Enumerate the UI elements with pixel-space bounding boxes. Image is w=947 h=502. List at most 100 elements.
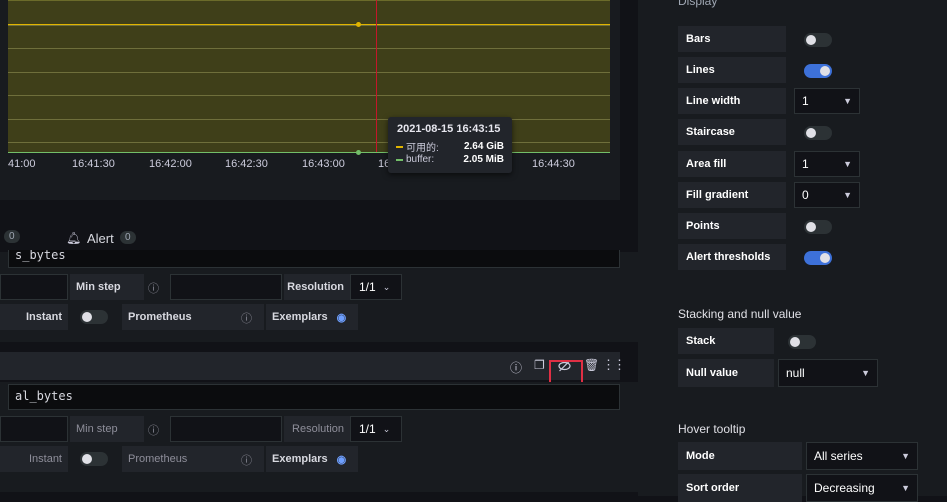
query-expression-text: s_bytes [15, 250, 66, 262]
hover-crosshair [376, 0, 377, 152]
graph-panel: 41:00 16:41:30 16:42:00 16:42:30 16:43:0… [0, 0, 620, 200]
drag-handle-icon[interactable]: ⋮⋮ [602, 357, 626, 373]
duplicate-query-icon[interactable]: ❐ [534, 358, 545, 372]
graph-tooltip: 2021-08-15 16:43:15 可用的: 2.64 GiB buffer… [388, 117, 512, 173]
section-display-header[interactable]: Display [678, 0, 717, 8]
option-label: Lines [678, 57, 786, 83]
eye-icon[interactable]: ◉ [337, 453, 347, 466]
resolution-label: Resolution [284, 416, 350, 442]
option-label: Mode [678, 442, 802, 470]
eye-icon[interactable]: ◉ [337, 311, 347, 324]
series-line-buffer [8, 152, 610, 153]
min-step-label: Min step [70, 274, 144, 300]
section-hover-header[interactable]: Hover tooltip [678, 422, 745, 436]
option-label: Fill gradient [678, 182, 786, 208]
x-tick: 16:42:30 [225, 158, 268, 170]
chevron-down-icon: ▼ [843, 159, 852, 169]
tooltip-series-value: 2.64 GiB [463, 141, 504, 152]
info-icon[interactable]: ⓘ [148, 280, 159, 296]
exemplars-label: Exemplars ◉ [266, 304, 358, 330]
instant-label: Instant [0, 446, 68, 472]
resolution-value: 1/1 [359, 422, 376, 436]
tab-alert[interactable]: Alert [87, 231, 114, 246]
chevron-down-icon: ▼ [843, 190, 852, 200]
sort-order-value: Decreasing [814, 481, 875, 495]
option-label: Stack [678, 328, 774, 354]
min-step-input[interactable] [170, 416, 282, 442]
option-label: Alert thresholds [678, 244, 786, 270]
null-value-select[interactable]: null ▼ [778, 359, 878, 387]
stack-toggle[interactable] [788, 335, 816, 349]
line-width-value: 1 [802, 94, 809, 108]
chevron-down-icon: ▼ [901, 451, 910, 461]
staircase-toggle[interactable] [804, 126, 832, 140]
option-label: Points [678, 213, 786, 239]
bell-icon: 🔔︎ [66, 231, 82, 245]
section-stacking-header[interactable]: Stacking and null value [678, 307, 801, 321]
option-label: Staircase [678, 119, 786, 145]
tooltip-mode-value: All series [814, 449, 863, 463]
query-editor-a: s_bytes Min step ⓘ Resolution 1/1 ⌄ Inst… [0, 250, 638, 342]
series-point [356, 22, 361, 27]
series-point [356, 150, 361, 155]
query-expression-input[interactable]: al_bytes [8, 384, 620, 410]
area-fill-select[interactable]: 1 ▼ [794, 151, 860, 177]
fill-gradient-value: 0 [802, 188, 809, 202]
lines-toggle[interactable] [804, 64, 832, 78]
queries-count-badge: 0 [4, 230, 20, 243]
line-width-select[interactable]: 1 ▼ [794, 88, 860, 114]
resolution-value: 1/1 [359, 280, 376, 294]
info-icon[interactable]: ⓘ [241, 452, 252, 468]
chevron-down-icon: ⌄ [382, 281, 391, 292]
series-line-available [8, 24, 610, 25]
x-tick: 16:41:30 [72, 158, 115, 170]
info-icon[interactable]: ⓘ [148, 422, 159, 438]
instant-toggle[interactable] [80, 452, 108, 466]
min-step-input[interactable] [170, 274, 282, 300]
x-tick: 41:00 [8, 158, 36, 170]
legend-input[interactable] [0, 274, 68, 300]
points-toggle[interactable] [804, 220, 832, 234]
tooltip-time: 2021-08-15 16:43:15 [397, 123, 501, 135]
tooltip-mode-select[interactable]: All series ▼ [806, 442, 918, 470]
alert-thresholds-toggle[interactable] [804, 251, 832, 265]
x-tick: 16:42:00 [149, 158, 192, 170]
x-tick: 16:43:00 [302, 158, 345, 170]
trash-icon[interactable]: 🗑︎ [584, 358, 599, 372]
instant-label: Instant [0, 304, 68, 330]
sort-order-select[interactable]: Decreasing ▼ [806, 474, 918, 502]
query-expression-input[interactable]: s_bytes [8, 250, 620, 268]
query-editor-b: al_bytes Min step ⓘ Resolution 1/1 ⌄ Ins… [0, 382, 638, 492]
bars-toggle[interactable] [804, 33, 832, 47]
tooltip-series-value: 2.05 MiB [463, 154, 504, 165]
resolution-select[interactable]: 1/1 ⌄ [350, 274, 402, 300]
tooltip-row: buffer: 2.05 MiB [396, 154, 504, 165]
option-label: Area fill [678, 151, 786, 177]
tooltip-series-name: buffer: [406, 154, 435, 165]
help-icon[interactable]: ⓘ [510, 359, 522, 376]
resolution-label: Resolution [284, 274, 350, 300]
info-icon[interactable]: ⓘ [241, 310, 252, 326]
null-value-value: null [786, 366, 805, 380]
area-fill-value: 1 [802, 157, 809, 171]
exemplars-text: Exemplars [272, 311, 328, 323]
chevron-down-icon: ▼ [901, 483, 910, 493]
min-step-label: Min step [70, 416, 144, 442]
x-tick: 16:44:30 [532, 158, 575, 170]
query-header-b: ⓘ ❐ 🗑︎ ⋮⋮ [0, 352, 626, 380]
query-expression-text: al_bytes [15, 389, 73, 403]
instant-toggle[interactable] [80, 310, 108, 324]
chevron-down-icon: ⌄ [382, 423, 391, 434]
tooltip-series-name: 可用的: [406, 143, 439, 154]
option-label: Sort order [678, 474, 802, 502]
resolution-select[interactable]: 1/1 ⌄ [350, 416, 402, 442]
chevron-down-icon: ▼ [843, 96, 852, 106]
chevron-down-icon: ▼ [861, 368, 870, 378]
alert-count-badge: 0 [120, 231, 136, 244]
fill-gradient-select[interactable]: 0 ▼ [794, 182, 860, 208]
option-label: Null value [678, 359, 774, 387]
option-label: Line width [678, 88, 786, 114]
legend-input[interactable] [0, 416, 68, 442]
plot-area[interactable] [8, 0, 610, 153]
option-label: Bars [678, 26, 786, 52]
